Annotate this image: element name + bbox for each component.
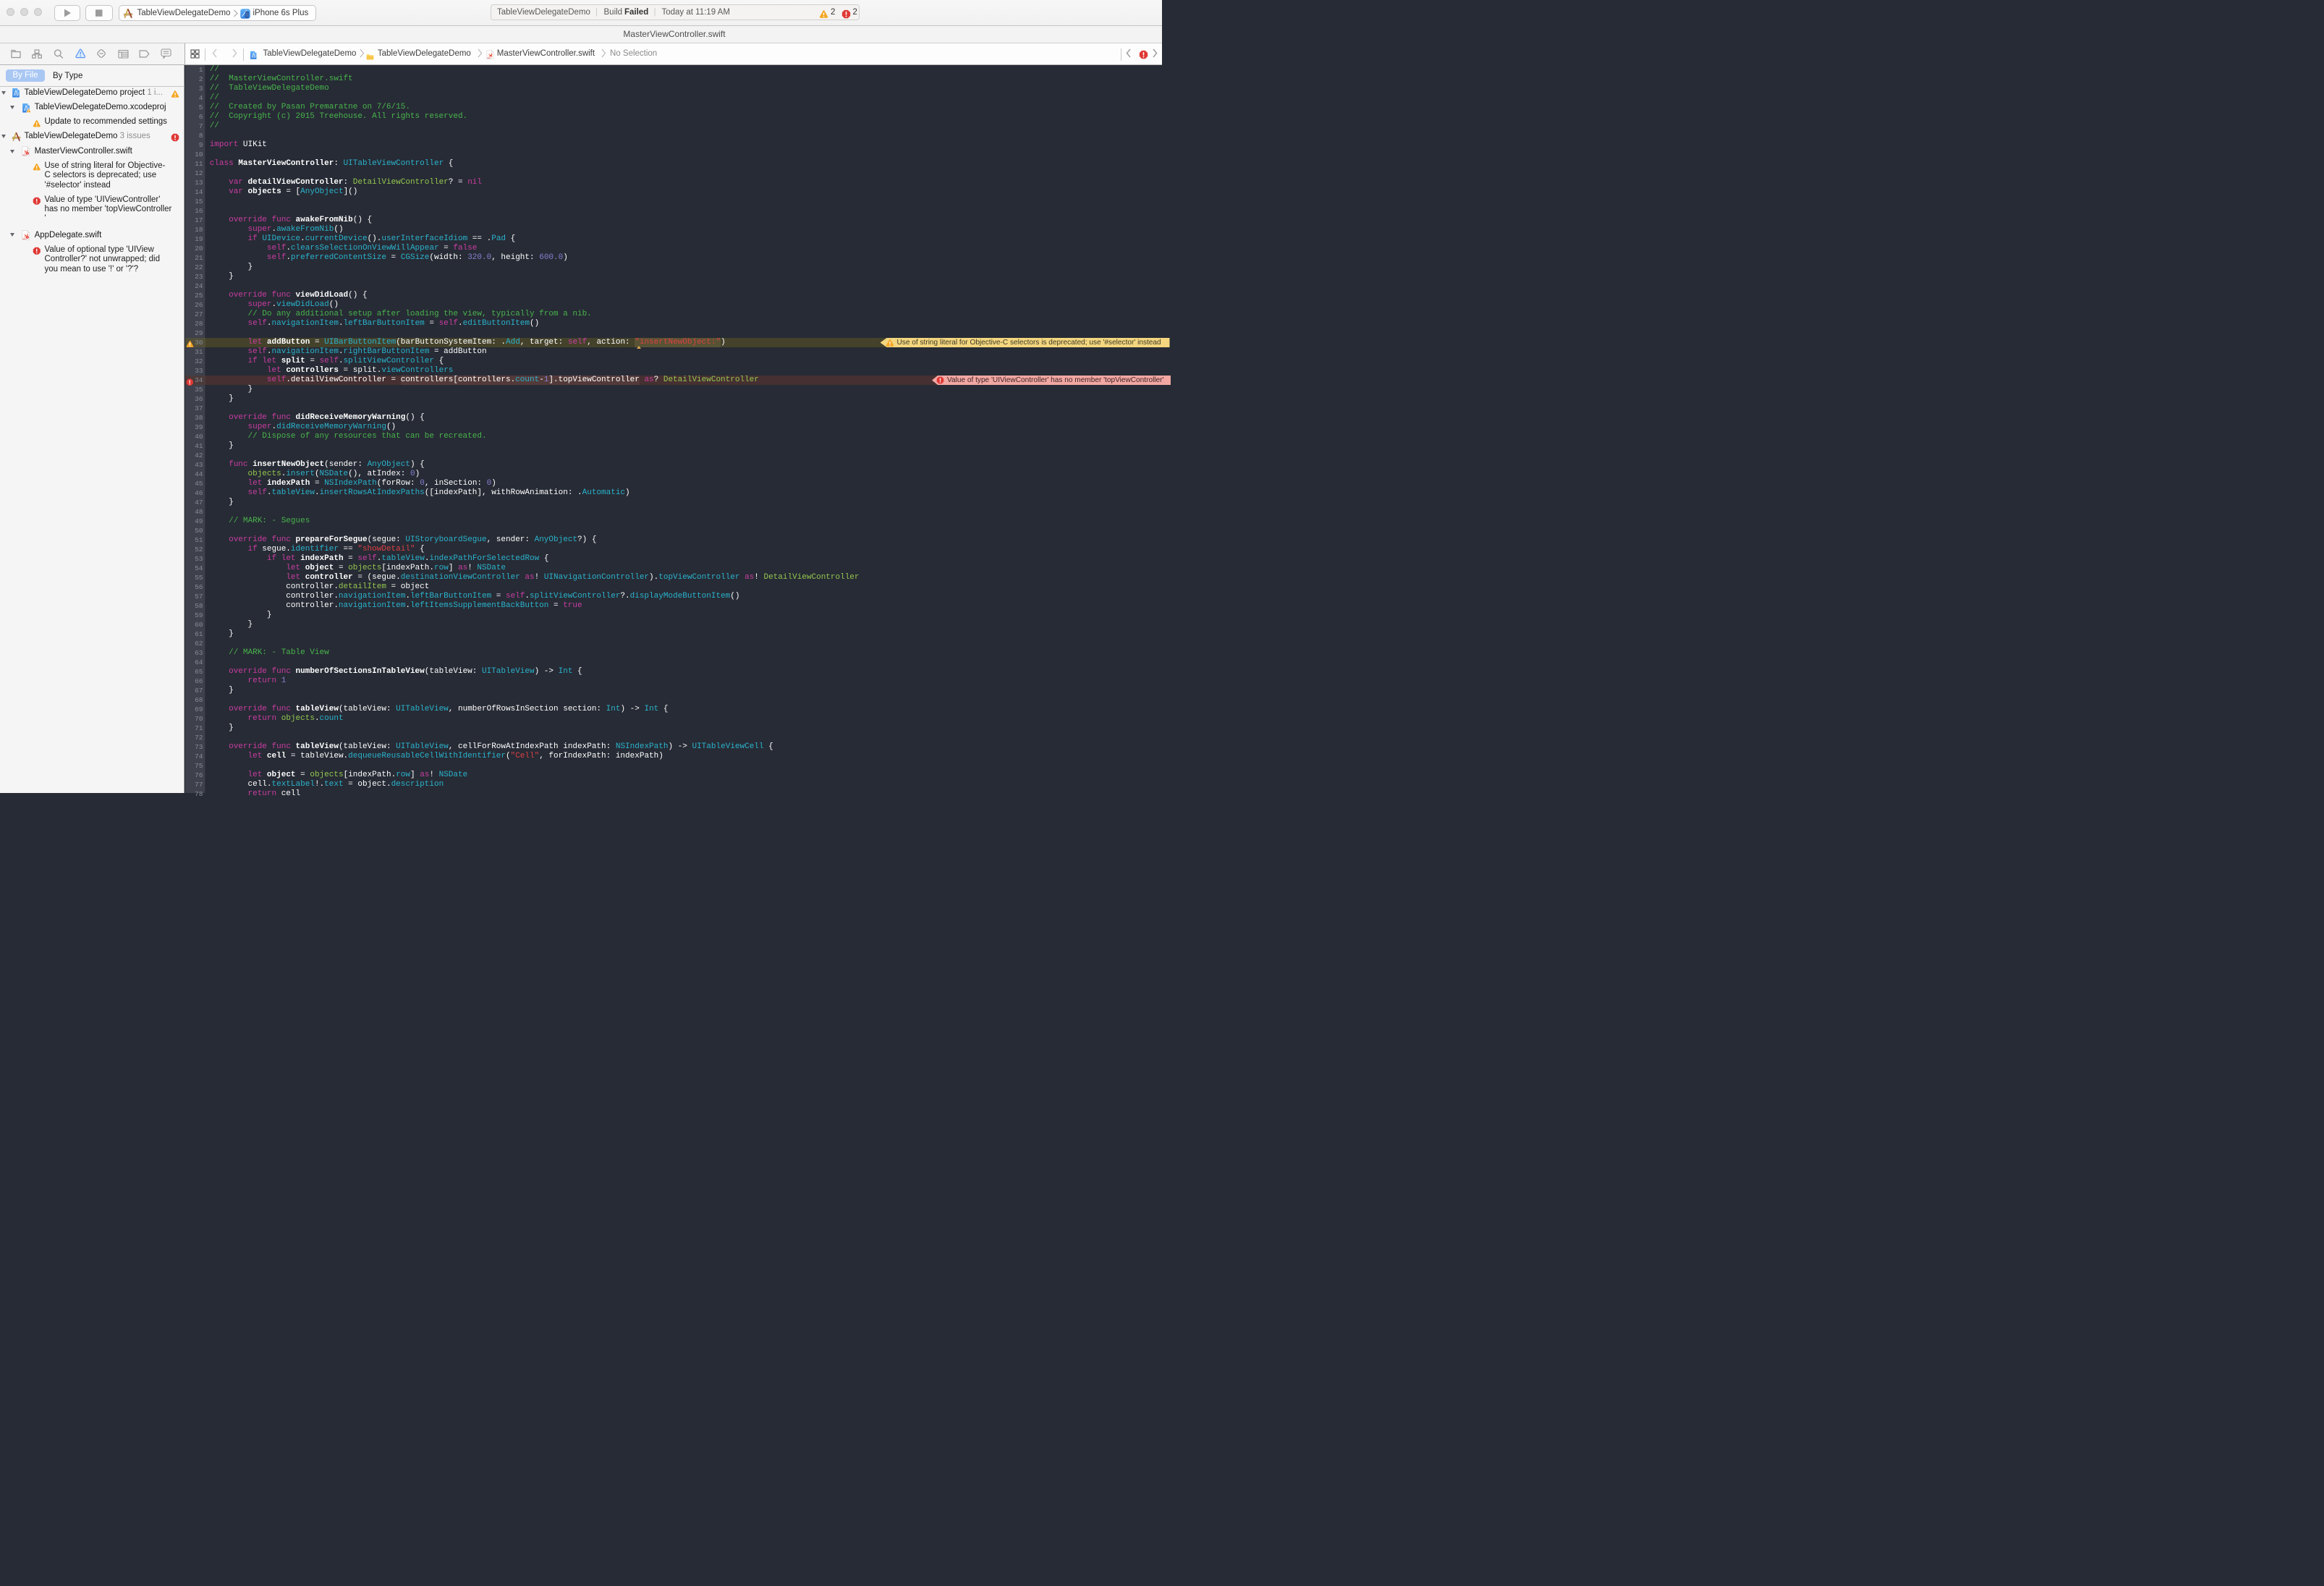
svg-text:SWIFT: SWIFT [22,238,27,239]
svg-text:SWIFT: SWIFT [487,58,492,59]
svg-text:SWIFT: SWIFT [22,154,27,156]
